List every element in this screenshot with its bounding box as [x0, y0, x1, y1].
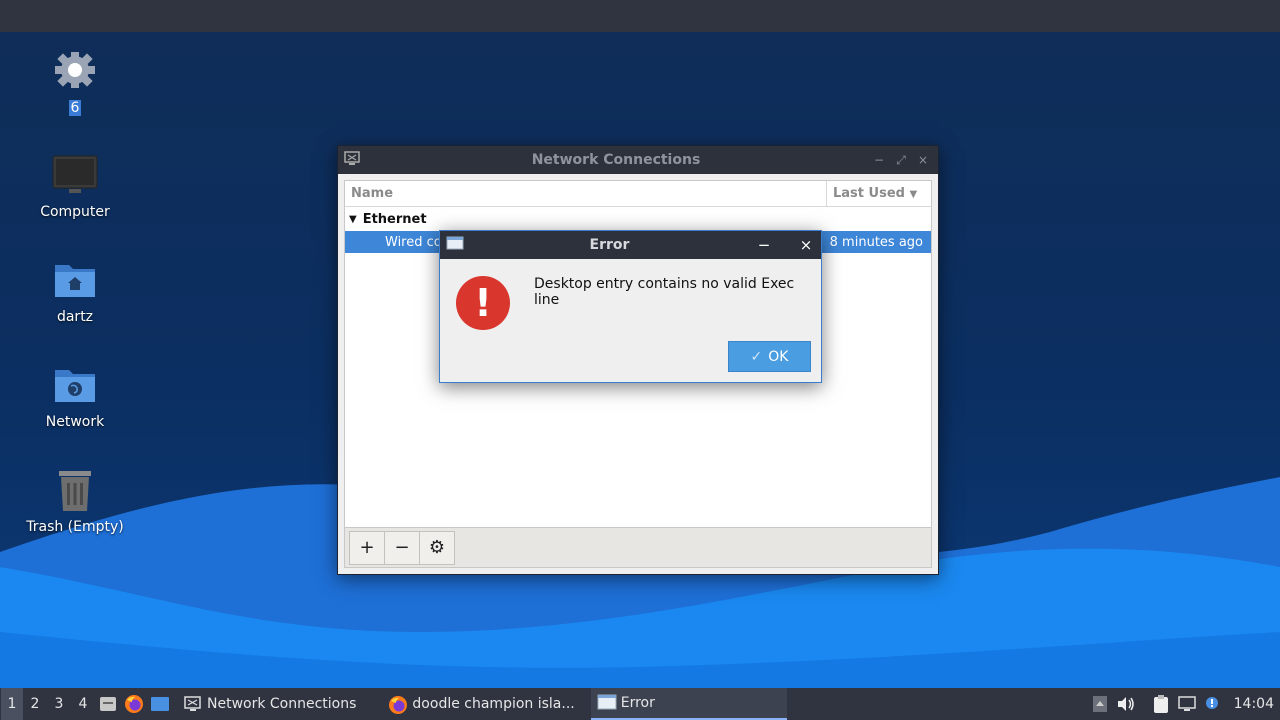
network-manager-icon: [183, 695, 203, 713]
close-button[interactable]: ×: [912, 153, 934, 167]
desktop-icon-label: Computer: [40, 204, 110, 220]
error-message: Desktop entry contains no valid Exec lin…: [534, 276, 795, 308]
monitor-icon: [51, 152, 99, 200]
network-manager-icon: [342, 150, 364, 170]
titlebar[interactable]: Error − ×: [440, 231, 821, 259]
desktop-icon-label: dartz: [56, 309, 94, 325]
remove-connection-button[interactable]: −: [384, 530, 420, 565]
task-label: Network Connections: [207, 696, 357, 712]
desktop-icon-home[interactable]: dartz: [15, 257, 135, 325]
workspace-1[interactable]: 1: [1, 688, 23, 720]
network-icon[interactable]: [1175, 688, 1199, 720]
minimize-button[interactable]: −: [868, 153, 890, 167]
trash-icon: [51, 467, 99, 515]
clock[interactable]: 14:04: [1226, 696, 1280, 712]
firefox-launcher-icon[interactable]: [121, 688, 147, 720]
titlebar[interactable]: Network Connections − ⤢ ×: [338, 146, 938, 174]
ok-button-label: OK: [768, 348, 789, 365]
top-panel: [0, 0, 1280, 32]
add-connection-button[interactable]: +: [349, 530, 385, 565]
minimize-button[interactable]: −: [753, 236, 775, 254]
taskbar: 1 2 3 4 Network Connections doodle champ…: [0, 688, 1280, 720]
desktop-icon-label: Trash (Empty): [26, 519, 124, 535]
terminal-launcher-icon[interactable]: [147, 688, 173, 720]
notification-icon[interactable]: [1201, 688, 1225, 720]
ok-button[interactable]: ✓ OK: [728, 341, 811, 372]
error-icon: !: [456, 276, 510, 330]
system-tray: 14:04: [1087, 688, 1280, 720]
close-button[interactable]: ×: [795, 236, 817, 254]
group-row-ethernet[interactable]: ▼ Ethernet: [345, 207, 931, 231]
window-icon: [597, 694, 617, 712]
workspace-4[interactable]: 4: [71, 688, 95, 720]
sort-desc-icon: ▼: [909, 189, 918, 200]
task-error[interactable]: Error: [590, 688, 787, 720]
workspace-2[interactable]: 2: [23, 688, 47, 720]
window-title: Network Connections: [531, 152, 701, 168]
file-manager-launcher-icon[interactable]: [95, 688, 121, 720]
desktop-icon-trash[interactable]: Trash (Empty): [15, 467, 135, 535]
column-last-used-label: Last Used: [833, 186, 905, 201]
task-label: Error: [620, 695, 655, 711]
column-name[interactable]: Name: [345, 181, 827, 206]
task-firefox[interactable]: doodle champion isla...: [382, 688, 580, 720]
edit-connection-button[interactable]: ⚙: [419, 530, 455, 565]
clipboard-icon[interactable]: [1149, 688, 1173, 720]
workspace-3[interactable]: 3: [47, 688, 71, 720]
desktop-icon-label: 6: [68, 100, 82, 116]
window-icon: [444, 236, 466, 254]
desktop-icon-label: Network: [45, 414, 105, 430]
desktop-icon-computer[interactable]: Computer: [15, 152, 135, 220]
connection-last-used: 8 minutes ago: [829, 234, 923, 250]
column-last-used[interactable]: Last Used ▼: [827, 181, 931, 206]
dialog-title: Error: [589, 237, 630, 253]
group-label: Ethernet: [362, 211, 427, 227]
list-header: Name Last Used ▼: [345, 181, 931, 207]
expander-down-icon[interactable]: ▼: [349, 214, 357, 225]
task-network-connections[interactable]: Network Connections: [177, 688, 362, 720]
task-label: doodle champion isla...: [412, 696, 575, 712]
maximize-button[interactable]: ⤢: [890, 153, 912, 168]
desktop-icon-network[interactable]: Network: [15, 362, 135, 430]
home-folder-icon: [51, 257, 99, 305]
gear-icon: [51, 48, 99, 96]
firefox-icon: [388, 695, 408, 714]
connections-toolbar: + − ⚙: [344, 528, 932, 568]
error-dialog[interactable]: Error − × ! Desktop entry contains no va…: [439, 230, 822, 383]
checkmark-icon: ✓: [750, 348, 763, 365]
desktop-icon-settings[interactable]: 6: [15, 48, 135, 116]
network-folder-icon: [51, 362, 99, 410]
tray-expand-icon[interactable]: [1088, 688, 1112, 720]
volume-icon[interactable]: [1114, 688, 1138, 720]
